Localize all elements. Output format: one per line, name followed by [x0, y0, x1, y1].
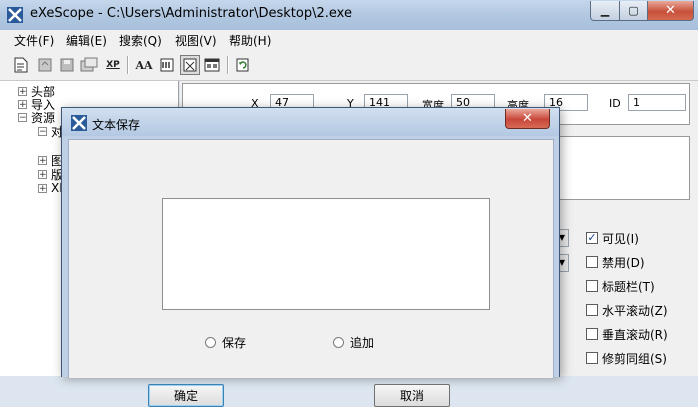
- minimize-button[interactable]: ▁: [590, 1, 620, 21]
- menu-help[interactable]: 帮助(H): [229, 32, 271, 49]
- close-button[interactable]: ✕: [647, 1, 694, 21]
- font-icon[interactable]: AA: [135, 56, 153, 74]
- checkbox-label: 垂直滚动(R): [602, 327, 668, 342]
- radio-button[interactable]: [333, 337, 344, 348]
- expand-icon[interactable]: +: [38, 169, 47, 179]
- dialog-title: 文本保存: [92, 118, 141, 132]
- text-save-dialog: 文本保存 ✕ 保存 追加 确定 取消: [61, 107, 560, 407]
- text-content-area[interactable]: [162, 198, 490, 310]
- toolbar-separator: [227, 56, 229, 74]
- checkbox-clip-siblings[interactable]: 修剪同组(S): [586, 350, 667, 366]
- maximize-button[interactable]: ▢: [619, 1, 648, 21]
- dialog-body: 保存 追加 确定 取消: [68, 139, 554, 407]
- checkbox-box[interactable]: ✓: [586, 232, 598, 244]
- checkbox-box[interactable]: [586, 328, 598, 340]
- radio-append[interactable]: 追加: [333, 334, 374, 351]
- expand-icon[interactable]: +: [38, 155, 47, 165]
- checkbox-disabled[interactable]: 禁用(D): [586, 254, 645, 270]
- expand-icon[interactable]: +: [38, 183, 47, 193]
- collapse-icon[interactable]: −: [38, 126, 47, 136]
- tree-item-dialog[interactable]: − 对: [38, 124, 63, 139]
- refresh-icon[interactable]: [234, 56, 252, 74]
- open-icon[interactable]: [36, 56, 54, 74]
- checkbox-box[interactable]: [586, 352, 598, 364]
- menu-edit[interactable]: 编辑(E): [66, 32, 107, 49]
- expand-icon[interactable]: +: [18, 86, 27, 96]
- exescope-app-icon: [71, 115, 87, 131]
- export-icon[interactable]: [80, 56, 98, 74]
- save-icon[interactable]: [58, 56, 76, 74]
- checkbox-label: 标题栏(T): [602, 279, 655, 294]
- menu-view[interactable]: 视图(V): [175, 32, 217, 49]
- dialog-titlebar[interactable]: 文本保存 ✕: [62, 108, 559, 136]
- tree-item-resources[interactable]: − 资源: [18, 110, 55, 125]
- radio-label: 保存: [222, 336, 247, 350]
- menu-file[interactable]: 文件(F): [14, 32, 54, 49]
- checkbox-hscroll[interactable]: 水平滚动(Z): [586, 302, 668, 318]
- exescope-app-icon: [7, 7, 23, 23]
- menu-search[interactable]: 搜索(Q): [119, 32, 162, 49]
- checkbox-vscroll[interactable]: 垂直滚动(R): [586, 326, 668, 342]
- id-label: ID: [609, 97, 621, 110]
- dialog-editor-icon[interactable]: [180, 55, 200, 75]
- checkbox-label: 可见(I): [602, 231, 639, 246]
- checkbox-label: 修剪同组(S): [602, 351, 667, 366]
- collapse-icon[interactable]: −: [18, 112, 27, 122]
- checkbox-box[interactable]: [586, 280, 598, 292]
- radio-label: 追加: [350, 336, 375, 350]
- cancel-button[interactable]: 取消: [374, 384, 450, 407]
- new-file-icon[interactable]: [12, 56, 30, 74]
- checkbox-titlebar[interactable]: 标题栏(T): [586, 278, 655, 294]
- expand-icon[interactable]: +: [18, 99, 27, 109]
- xp-style-icon[interactable]: XP: [104, 56, 122, 74]
- toolbar: XP AA: [0, 50, 698, 81]
- ok-button[interactable]: 确定: [148, 384, 224, 407]
- checkbox-label: 水平滚动(Z): [602, 303, 668, 318]
- form-icon[interactable]: [203, 56, 221, 74]
- checkbox-label: 禁用(D): [602, 255, 645, 270]
- checkbox-box[interactable]: [586, 256, 598, 268]
- tree-item-xml[interactable]: + XI: [38, 181, 63, 195]
- checkbox-box[interactable]: [586, 304, 598, 316]
- checkbox-visible[interactable]: ✓ 可见(I): [586, 230, 639, 246]
- id-input[interactable]: 1: [628, 94, 686, 111]
- menu-bar: 文件(F) 编辑(E) 搜索(Q) 视图(V) 帮助(H): [0, 30, 698, 50]
- tree-item-version[interactable]: + 版: [38, 167, 63, 182]
- image-icon[interactable]: [158, 56, 176, 74]
- toolbar-separator: [127, 56, 129, 74]
- main-titlebar[interactable]: eXeScope - C:\Users\Administrator\Deskto…: [0, 0, 698, 30]
- radio-save[interactable]: 保存: [205, 334, 246, 351]
- radio-button[interactable]: [205, 337, 216, 348]
- window-title: eXeScope - C:\Users\Administrator\Deskto…: [30, 6, 352, 21]
- dialog-close-button[interactable]: ✕: [505, 109, 550, 129]
